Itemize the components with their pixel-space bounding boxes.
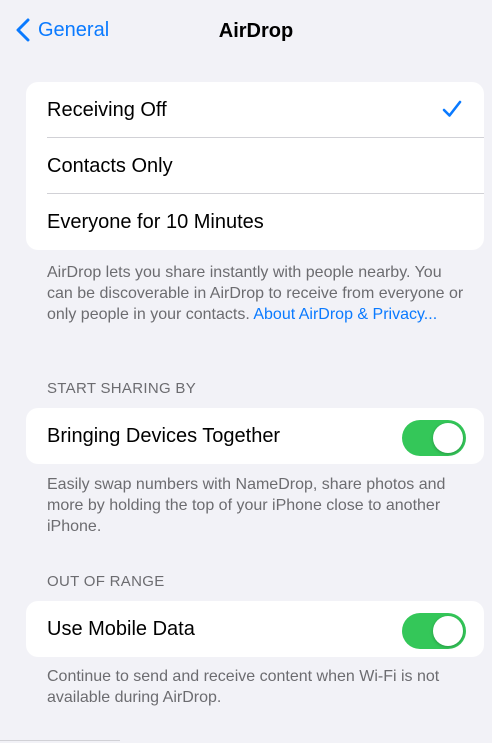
- start-sharing-group: Bringing Devices Together: [26, 408, 484, 464]
- navigation-bar: General AirDrop: [0, 0, 492, 62]
- use-mobile-data-toggle[interactable]: [402, 613, 466, 649]
- row-label: Use Mobile Data: [47, 617, 195, 640]
- toggle-knob: [433, 616, 463, 646]
- option-contacts-only[interactable]: Contacts Only: [26, 138, 484, 194]
- bottom-divider: [0, 740, 120, 741]
- out-of-range-header: OUT OF RANGE: [47, 573, 165, 590]
- bringing-devices-together-row: Bringing Devices Together: [26, 408, 484, 464]
- receiving-footer: AirDrop lets you share instantly with pe…: [47, 262, 467, 325]
- start-sharing-header: START SHARING BY: [47, 380, 196, 397]
- option-everyone-10-minutes[interactable]: Everyone for 10 Minutes: [26, 194, 484, 250]
- toggle-knob: [433, 423, 463, 453]
- bringing-devices-together-toggle[interactable]: [402, 420, 466, 456]
- row-label: Bringing Devices Together: [47, 424, 281, 447]
- out-of-range-footer: Continue to send and receive content whe…: [47, 668, 440, 706]
- option-receiving-off[interactable]: Receiving Off: [26, 82, 484, 138]
- start-sharing-footer: Easily swap numbers with NameDrop, share…: [47, 476, 446, 535]
- about-airdrop-privacy-link[interactable]: About AirDrop & Privacy...: [253, 306, 437, 323]
- use-mobile-data-row: Use Mobile Data: [26, 601, 484, 657]
- out-of-range-group: Use Mobile Data: [26, 601, 484, 657]
- page-title: AirDrop: [218, 20, 294, 42]
- option-label: Receiving Off: [47, 98, 167, 121]
- option-label: Contacts Only: [47, 154, 173, 177]
- checkmark-icon: [442, 100, 462, 117]
- receiving-options-group: Receiving Off Contacts Only Everyone for…: [26, 82, 484, 250]
- option-label: Everyone for 10 Minutes: [47, 210, 264, 233]
